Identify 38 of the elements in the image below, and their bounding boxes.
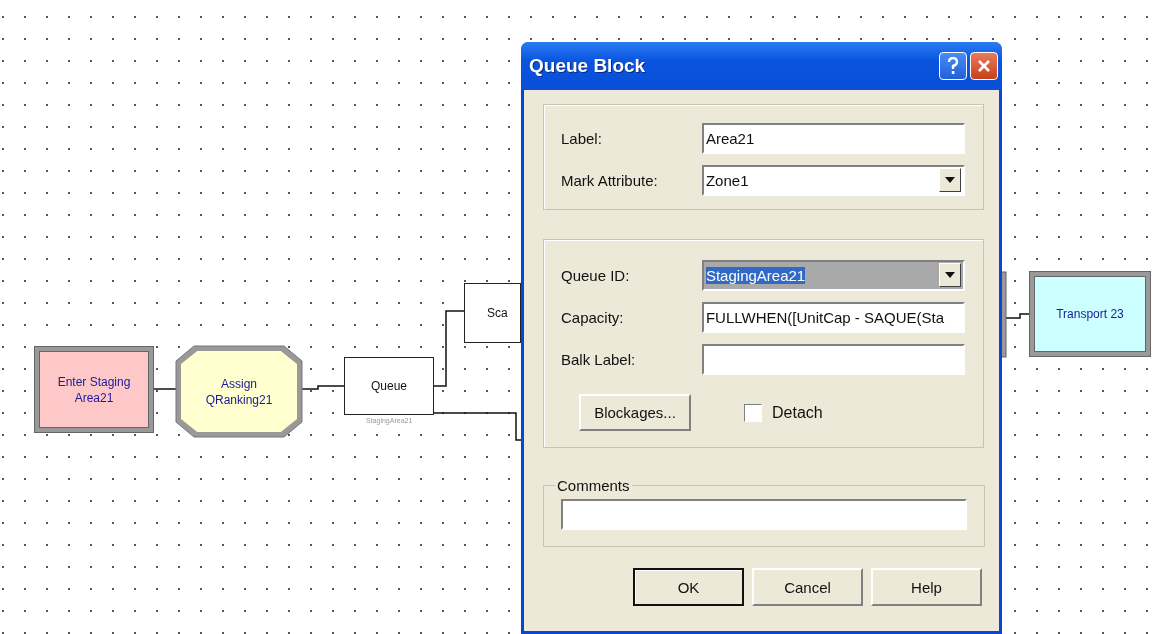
process-block[interactable]: Sca [464, 283, 521, 343]
comments-field[interactable] [561, 499, 967, 530]
dropdown-arrow-icon [945, 177, 955, 183]
connector-line [1005, 313, 1031, 319]
block-label: Enter Staging Area21 [56, 373, 132, 406]
field-label: Queue ID: [561, 266, 631, 284]
transport-block[interactable]: Transport 23 [1030, 272, 1150, 356]
dropdown-field[interactable]: Zone1 [701, 164, 965, 196]
connector-line [301, 385, 345, 390]
dialog-button[interactable]: Cancel [752, 568, 863, 606]
assign-block[interactable]: Assign QRanking21 [181, 351, 297, 432]
field-label: Balk Label: [561, 350, 637, 368]
close-icon [977, 59, 991, 73]
dialog-button[interactable]: Help [871, 568, 982, 606]
field-label: Label: [561, 129, 603, 147]
close-button[interactable] [970, 52, 998, 80]
input-field[interactable] [701, 343, 965, 375]
help-button[interactable] [939, 52, 967, 80]
input-field[interactable]: FULLWHEN([UnitCap - SAQUE(Sta [701, 301, 965, 333]
connector-line [152, 388, 177, 390]
checkbox[interactable] [744, 403, 762, 422]
question-mark-icon [947, 57, 959, 75]
field-label: Capacity: [561, 308, 625, 326]
enter-block[interactable]: Enter Staging Area21 [35, 347, 153, 432]
dialog-button[interactable]: OK [633, 568, 744, 606]
block-label: Sca [486, 305, 509, 321]
dropdown-arrow-icon [945, 272, 955, 278]
block-label: Queue [370, 378, 408, 394]
window-title: Queue Block [529, 55, 647, 77]
input-field[interactable]: Area21 [701, 122, 965, 154]
queue-block[interactable]: Queue [344, 357, 434, 415]
block-label: Assign QRanking21 [204, 375, 274, 408]
group-title: Comments [556, 477, 631, 494]
checkbox-label: Detach [772, 403, 823, 422]
blockages-button[interactable]: Blockages... [579, 394, 691, 431]
dropdown-field[interactable]: StagingArea21 [701, 259, 965, 291]
block-label: Transport 23 [1055, 306, 1125, 322]
field-label: Mark Attribute: [561, 171, 659, 189]
